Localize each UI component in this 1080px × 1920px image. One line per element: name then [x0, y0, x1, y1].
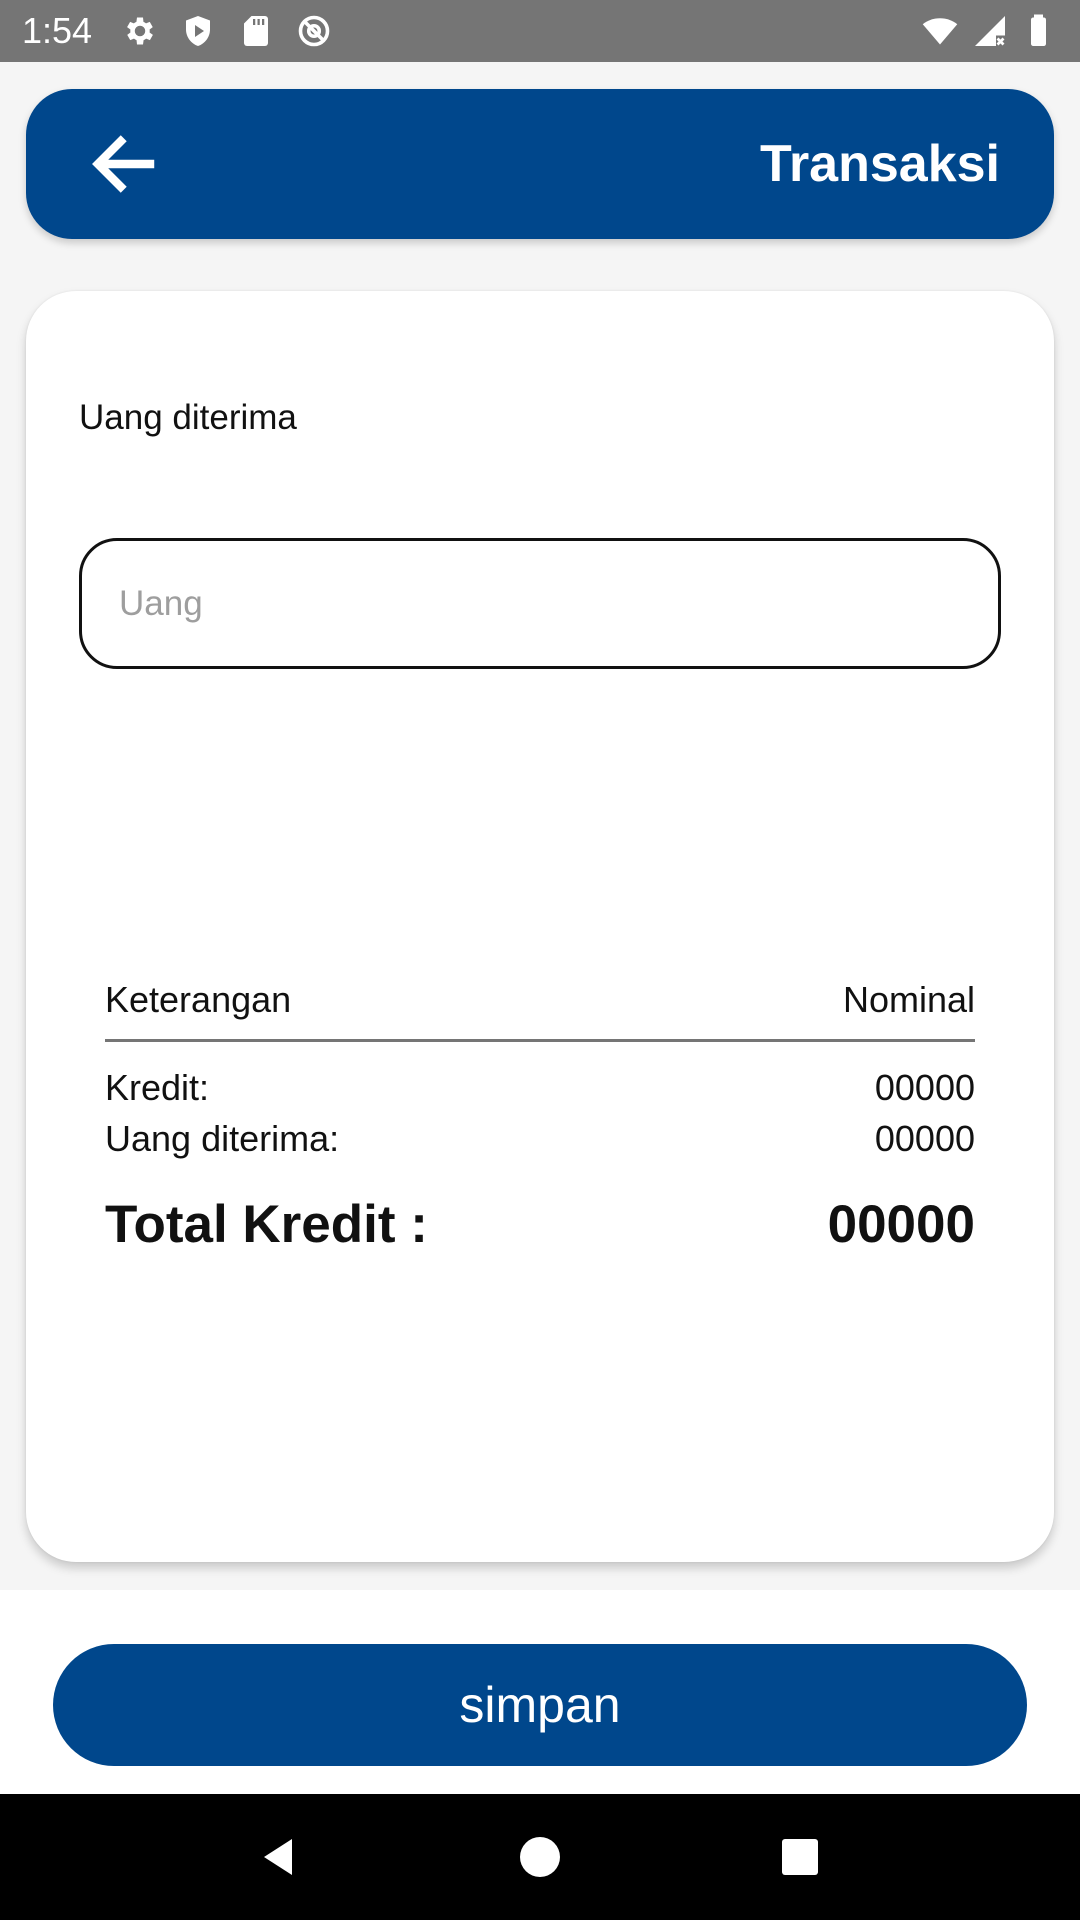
summary-rows: Kredit: 00000 Uang diterima: 00000: [105, 1062, 975, 1164]
nav-recents-button[interactable]: [760, 1817, 840, 1897]
status-time: 1:54: [22, 10, 93, 51]
battery-icon: [1022, 13, 1058, 49]
money-input[interactable]: [79, 538, 1001, 669]
summary-header: Keterangan Nominal: [105, 979, 975, 1042]
row-value: 00000: [874, 1066, 975, 1108]
save-button[interactable]: simpan: [53, 1644, 1027, 1766]
cell-signal-icon: [972, 13, 1008, 49]
arrow-left-icon: [92, 135, 155, 193]
summary-table: Keterangan Nominal Kredit: 00000 Uang di…: [105, 979, 975, 1255]
system-nav-bar: [0, 1794, 1080, 1920]
row-value: 00000: [874, 1117, 975, 1159]
row-label: Uang diterima:: [105, 1117, 340, 1159]
app-bar: Transaksi: [26, 89, 1054, 239]
settings-icon: [122, 13, 158, 49]
bottom-action-area: simpan: [0, 1590, 1080, 1794]
page-title: Transaksi: [760, 135, 1000, 193]
shield-play-icon: [180, 13, 216, 49]
total-label: Total Kredit :: [105, 1195, 428, 1254]
header-nominal: Nominal: [842, 979, 975, 1020]
wifi-icon: [922, 13, 958, 49]
total-credit-row: Total Kredit : 00000: [105, 1194, 975, 1255]
recents-square-icon: [782, 1839, 818, 1875]
status-icons-right: [922, 13, 1058, 49]
row-label: Kredit:: [105, 1066, 210, 1108]
back-button[interactable]: [76, 116, 172, 212]
sd-card-icon: [238, 13, 274, 49]
status-icons-left: [122, 13, 332, 49]
home-circle-icon: [520, 1837, 560, 1877]
nav-home-button[interactable]: [500, 1817, 580, 1897]
summary-row-money-received: Uang diterima: 00000: [105, 1113, 975, 1164]
summary-row-credit: Kredit: 00000: [105, 1062, 975, 1113]
back-triangle-icon: [264, 1839, 292, 1875]
nav-back-button[interactable]: [240, 1817, 320, 1897]
transaction-card: Uang diterima Keterangan Nominal Kredit:…: [26, 291, 1054, 1562]
status-bar: 1:54: [0, 0, 1080, 62]
no-signal-at-icon: [296, 13, 332, 49]
money-received-label: Uang diterima: [79, 398, 297, 437]
header-description: Keterangan: [105, 979, 292, 1020]
total-value: 00000: [827, 1195, 975, 1254]
